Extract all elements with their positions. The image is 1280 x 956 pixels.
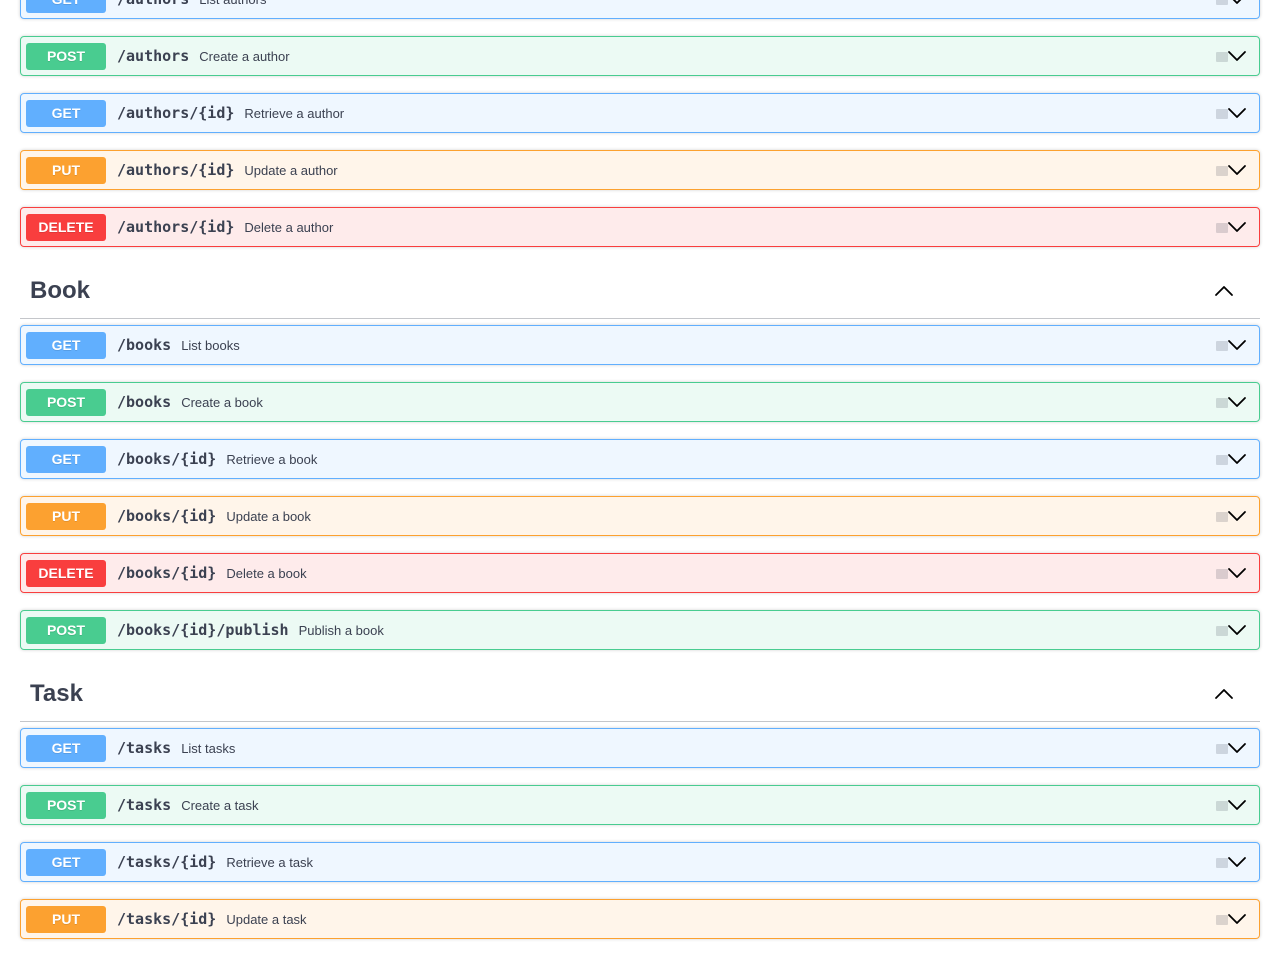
operation-path: /authors/{id} <box>117 161 235 179</box>
opblock-get[interactable]: GET/authors List authors <box>20 0 1260 19</box>
tag-header-task[interactable]: Task <box>20 667 1260 722</box>
operation-path: /tasks/{id} <box>117 853 217 871</box>
operation-summary: Retrieve a task <box>226 854 314 870</box>
operation-path: /tasks <box>117 796 172 814</box>
operation-summary: Update a task <box>226 911 307 927</box>
operation-path: /authors <box>117 47 190 65</box>
chevron-down-icon[interactable] <box>1227 392 1247 412</box>
method-badge: PUT <box>26 156 106 184</box>
chevron-down-icon[interactable] <box>1227 335 1247 355</box>
chevron-down-icon[interactable] <box>1227 46 1247 66</box>
chevron-down-icon[interactable] <box>1227 160 1247 180</box>
operation-summary: Retrieve a book <box>226 451 318 467</box>
operation-path: /books <box>117 393 172 411</box>
chevron-down-icon[interactable] <box>1227 738 1247 758</box>
opblock-put[interactable]: PUT/tasks/{id} Update a task <box>20 899 1260 939</box>
operation-path: /books/{id}/publish <box>117 621 289 639</box>
opblock-delete[interactable]: DELETE/books/{id} Delete a book <box>20 553 1260 593</box>
tag-title: Task <box>30 680 83 707</box>
method-badge: POST <box>26 42 106 70</box>
method-badge: POST <box>26 791 106 819</box>
operation-summary: Delete a author <box>244 219 334 235</box>
method-badge: GET <box>26 848 106 876</box>
method-badge: POST <box>26 616 106 644</box>
operation-summary: List authors <box>199 0 266 7</box>
method-badge: GET <box>26 99 106 127</box>
operations-list: GET/authors List authors POST/authors Creat… <box>0 0 1280 956</box>
operation-path: /books/{id} <box>117 564 217 582</box>
operation-summary: Retrieve a author <box>244 105 345 121</box>
chevron-down-icon[interactable] <box>1227 852 1247 872</box>
opblock-get[interactable]: GET/authors/{id} Retrieve a author <box>20 93 1260 133</box>
method-badge: DELETE <box>26 213 106 241</box>
opblock-get[interactable]: GET/tasks/{id} Retrieve a task <box>20 842 1260 882</box>
operation-summary: Create a author <box>199 48 290 64</box>
operation-path: /books/{id} <box>117 450 217 468</box>
opblock-get[interactable]: GET/books List books <box>20 325 1260 365</box>
tag-section-book: Book GET/books List books POST/books Create … <box>0 264 1280 650</box>
opblock-post[interactable]: POST/tasks Create a task <box>20 785 1260 825</box>
operation-summary: Update a author <box>244 162 338 178</box>
opblock-post[interactable]: POST/books Create a book <box>20 382 1260 422</box>
opblock-put[interactable]: PUT/authors/{id} Update a author <box>20 150 1260 190</box>
operation-path: /books <box>117 336 172 354</box>
chevron-down-icon[interactable] <box>1227 506 1247 526</box>
operation-summary: Update a book <box>226 508 311 524</box>
method-badge: DELETE <box>26 559 106 587</box>
tag-section-author: GET/authors List authors POST/authors Creat… <box>0 0 1280 247</box>
operation-path: /authors/{id} <box>117 104 235 122</box>
operation-path: /authors/{id} <box>117 218 235 236</box>
operation-summary: Create a book <box>181 394 263 410</box>
opblock-get[interactable]: GET/tasks List tasks <box>20 728 1260 768</box>
operation-summary: List tasks <box>181 740 236 756</box>
chevron-up-icon[interactable] <box>1214 684 1234 704</box>
operation-summary: List books <box>181 337 240 353</box>
method-badge: POST <box>26 388 106 416</box>
method-badge: GET <box>26 331 106 359</box>
chevron-down-icon[interactable] <box>1227 909 1247 929</box>
method-badge: PUT <box>26 502 106 530</box>
chevron-down-icon[interactable] <box>1227 563 1247 583</box>
operation-summary: Delete a book <box>226 565 307 581</box>
chevron-down-icon[interactable] <box>1227 620 1247 640</box>
operation-summary: Publish a book <box>298 622 384 638</box>
operation-path: /tasks/{id} <box>117 910 217 928</box>
operation-path: /books/{id} <box>117 507 217 525</box>
operation-path: /tasks <box>117 739 172 757</box>
operation-summary: Create a task <box>181 797 259 813</box>
chevron-down-icon[interactable] <box>1227 103 1247 123</box>
method-badge: GET <box>26 734 106 762</box>
chevron-down-icon[interactable] <box>1227 449 1247 469</box>
operation-path: /authors <box>117 0 189 8</box>
chevron-up-icon[interactable] <box>1214 281 1234 301</box>
method-badge: PUT <box>26 905 106 933</box>
chevron-down-icon[interactable] <box>1227 217 1247 237</box>
tag-header-book[interactable]: Book <box>20 264 1260 319</box>
opblock-get[interactable]: GET/books/{id} Retrieve a book <box>20 439 1260 479</box>
chevron-down-icon[interactable] <box>1227 0 1247 9</box>
method-badge: GET <box>26 445 106 473</box>
opblock-delete[interactable]: DELETE/authors/{id} Delete a author <box>20 207 1260 247</box>
tag-section-task: Task GET/tasks List tasks POST/tasks Create … <box>0 667 1280 939</box>
opblock-post[interactable]: POST/books/{id}/publish Publish a book <box>20 610 1260 650</box>
opblock-post[interactable]: POST/authors Create a author <box>20 36 1260 76</box>
tag-title: Book <box>30 277 90 304</box>
opblock-put[interactable]: PUT/books/{id} Update a book <box>20 496 1260 536</box>
chevron-down-icon[interactable] <box>1227 795 1247 815</box>
method-badge: GET <box>26 0 106 13</box>
